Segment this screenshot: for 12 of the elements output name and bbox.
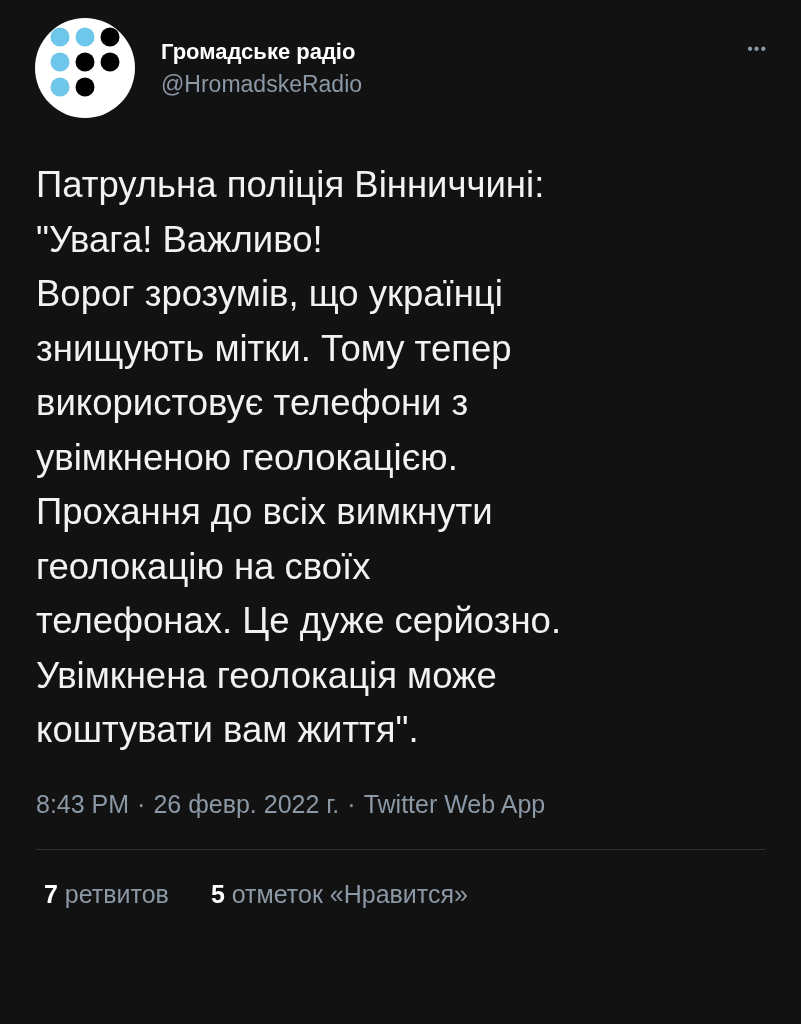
tweet-time[interactable]: 8:43 PM [36, 789, 130, 819]
avatar-icon[interactable] [35, 18, 135, 118]
author-handle[interactable]: @HromadskeRadio [161, 70, 748, 98]
separator: · [137, 789, 146, 819]
separator: · [347, 789, 356, 819]
tweet-text: Патрульна поліція Вінниччині: "Увага! Важливо! Ворог зрозумів, що українці знищують мітки. Тому тепер використовує телефони з увімкненою геолокацією. Прохання до всіх вимкнути геолокацію на своїх телефонах. Це дуже серйозно. Увімкнена геолокація може коштувати вам життя". [36, 163, 563, 752]
tweet-date[interactable]: 26 февр. 2022 г. [153, 789, 340, 819]
tweet-source[interactable]: Twitter Web App [363, 789, 546, 819]
stat-link[interactable]: 7 ретвитов [44, 879, 169, 909]
stat-link[interactable]: 5 отметок «Нравится» [210, 879, 468, 909]
author-name[interactable]: Громадське радіо [161, 38, 748, 65]
more-icon[interactable]: ••• [747, 40, 767, 58]
